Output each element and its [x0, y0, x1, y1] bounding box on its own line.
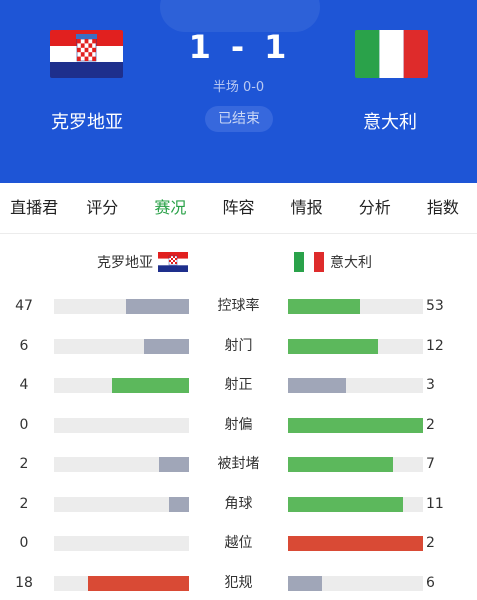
stat-row: 18 犯规 6 [0, 573, 477, 593]
stat-away-bar-fill [288, 338, 378, 354]
stat-away-bar-track [288, 457, 423, 472]
stat-home-bar-fill [112, 378, 189, 393]
away-score: 1 [264, 28, 289, 66]
stat-away-bar-fill [288, 378, 346, 393]
stat-away-bar-track [288, 299, 423, 314]
tab-odds[interactable]: 指数 [409, 183, 477, 233]
stat-away-bar-fill [288, 457, 393, 472]
stat-away-bar-fill [288, 575, 322, 591]
stat-label: 射正 [224, 377, 253, 393]
stat-home-bar-track [54, 338, 189, 354]
stat-home-bar-track [54, 496, 189, 512]
stat-away-value: 11 [426, 495, 444, 512]
stat-label: 越位 [224, 535, 253, 551]
stat-home-bar-track [54, 575, 189, 591]
stat-home-bar-track [54, 457, 189, 472]
stat-row: 4 射正 3 [0, 375, 477, 395]
stat-away-bar-fill [288, 417, 423, 433]
stats-away-team: 意大利 [294, 250, 372, 274]
stat-home-value: 2 [19, 495, 29, 512]
stat-home-value: 0 [19, 535, 29, 551]
stat-home-value: 47 [15, 298, 33, 314]
stat-away-bar-track [288, 378, 423, 393]
croatia-flag-icon [158, 252, 188, 272]
stat-home-bar-track [54, 299, 189, 314]
stat-away-bar-track [288, 496, 423, 512]
stat-home-bar-track [54, 536, 189, 551]
stat-label: 射门 [224, 337, 253, 354]
tab-ratings[interactable]: 评分 [68, 183, 136, 233]
stat-away-bar-track [288, 338, 423, 354]
tab-match-stats[interactable]: 赛况 [136, 183, 204, 233]
stat-home-bar-fill [169, 496, 189, 512]
stat-row: 0 越位 2 [0, 533, 477, 553]
stat-home-value: 6 [19, 337, 29, 354]
italy-flag-icon [355, 30, 428, 78]
croatia-flag-icon [50, 30, 123, 78]
tab-analysis[interactable]: 分析 [341, 183, 409, 233]
stat-away-value: 12 [426, 337, 444, 354]
stat-label: 射偏 [224, 416, 253, 433]
score-separator: - [230, 28, 247, 66]
italy-flag-icon [294, 252, 324, 272]
stat-away-bar-track [288, 417, 423, 433]
stat-row: 47 控球率 53 [0, 296, 477, 316]
stat-label: 控球率 [217, 298, 260, 314]
stat-away-bar-fill [288, 496, 403, 512]
tab-live[interactable]: 直播君 [0, 183, 68, 233]
tabs-divider [0, 233, 477, 234]
match-tabs: 直播君 评分 赛况 阵容 情报 分析 指数 [0, 183, 477, 233]
stat-label: 犯规 [224, 574, 253, 591]
stat-away-bar-track [288, 536, 423, 551]
home-team-name[interactable]: 克罗地亚 [27, 108, 147, 134]
scoreline: 1-1 [170, 28, 307, 66]
stat-home-value: 2 [19, 456, 29, 472]
stat-away-value: 7 [426, 456, 435, 472]
stat-home-bar-track [54, 378, 189, 393]
stats-away-team-label: 意大利 [330, 255, 372, 271]
stat-home-value: 0 [19, 416, 29, 433]
stat-away-value: 2 [426, 416, 435, 433]
stat-row: 2 角球 11 [0, 494, 477, 514]
tab-intel[interactable]: 情报 [273, 183, 341, 233]
stat-away-bar-fill [288, 536, 423, 551]
stat-home-bar-fill [126, 299, 189, 314]
stat-home-bar-fill [144, 338, 189, 354]
stat-label: 被封堵 [217, 456, 260, 472]
stat-away-bar-track [288, 575, 423, 591]
match-status-badge: 已结束 [205, 106, 273, 132]
stat-home-bar-fill [159, 457, 189, 472]
away-team-name[interactable]: 意大利 [330, 108, 450, 134]
home-score: 1 [188, 28, 213, 66]
stat-away-value: 53 [426, 298, 444, 314]
stat-row: 0 射偏 2 [0, 415, 477, 435]
stat-away-value: 6 [426, 574, 435, 591]
tab-lineup[interactable]: 阵容 [204, 183, 272, 233]
stat-home-bar-fill [88, 575, 189, 591]
stat-label: 角球 [224, 495, 253, 512]
stat-away-bar-fill [288, 299, 360, 314]
stat-home-bar-track [54, 417, 189, 433]
stats-home-team: 克罗地亚 [97, 250, 188, 274]
stats-home-team-label: 克罗地亚 [97, 255, 153, 271]
stat-row: 2 被封堵 7 [0, 454, 477, 474]
halftime-score: 半场 0-0 [212, 80, 265, 95]
stat-home-value: 4 [19, 377, 29, 393]
stat-away-value: 3 [426, 377, 435, 393]
stat-row: 6 射门 12 [0, 336, 477, 356]
stat-home-value: 18 [15, 574, 33, 591]
stat-away-value: 2 [426, 535, 435, 551]
match-header: 1-1 半场 0-0 克罗地亚 已结束 意大利 [0, 0, 477, 183]
